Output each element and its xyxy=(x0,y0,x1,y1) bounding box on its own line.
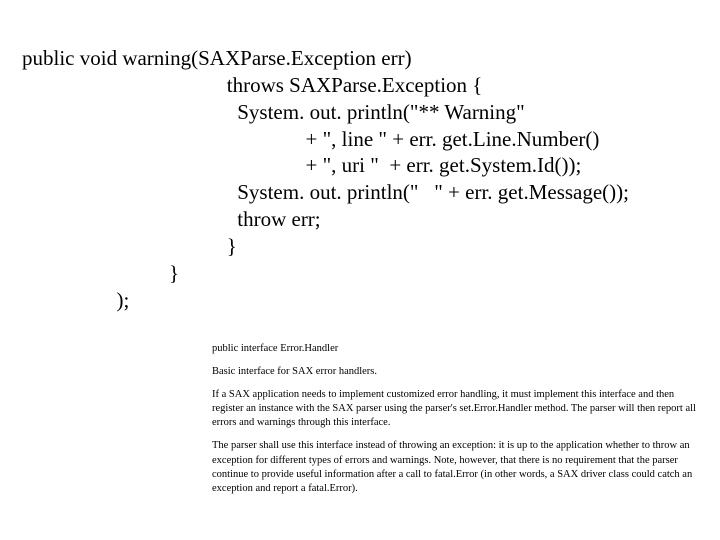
code-line: System. out. println(" " + err. get.Mess… xyxy=(22,180,629,204)
explain-paragraph: If a SAX application needs to implement … xyxy=(212,388,702,431)
code-line: System. out. println("** Warning" xyxy=(22,100,525,124)
code-line: } xyxy=(22,234,237,258)
explain-paragraph: The parser shall use this interface inst… xyxy=(212,439,702,496)
explain-heading: public interface Error.Handler xyxy=(212,342,702,356)
explain-paragraph: Basic interface for SAX error handlers. xyxy=(212,365,702,379)
code-line: public void warning(SAXParse.Exception e… xyxy=(22,46,412,70)
code-line: + ", uri " + err. get.System.Id()); xyxy=(22,153,581,177)
code-line: } xyxy=(22,261,179,285)
code-block: public void warning(SAXParse.Exception e… xyxy=(22,18,698,314)
code-line: throws SAXParse.Exception { xyxy=(22,73,482,97)
code-line: ); xyxy=(22,288,129,312)
code-line: throw err; xyxy=(22,207,321,231)
code-line: + ", line " + err. get.Line.Number() xyxy=(22,127,599,151)
explanation-block: public interface Error.Handler Basic int… xyxy=(212,342,702,497)
